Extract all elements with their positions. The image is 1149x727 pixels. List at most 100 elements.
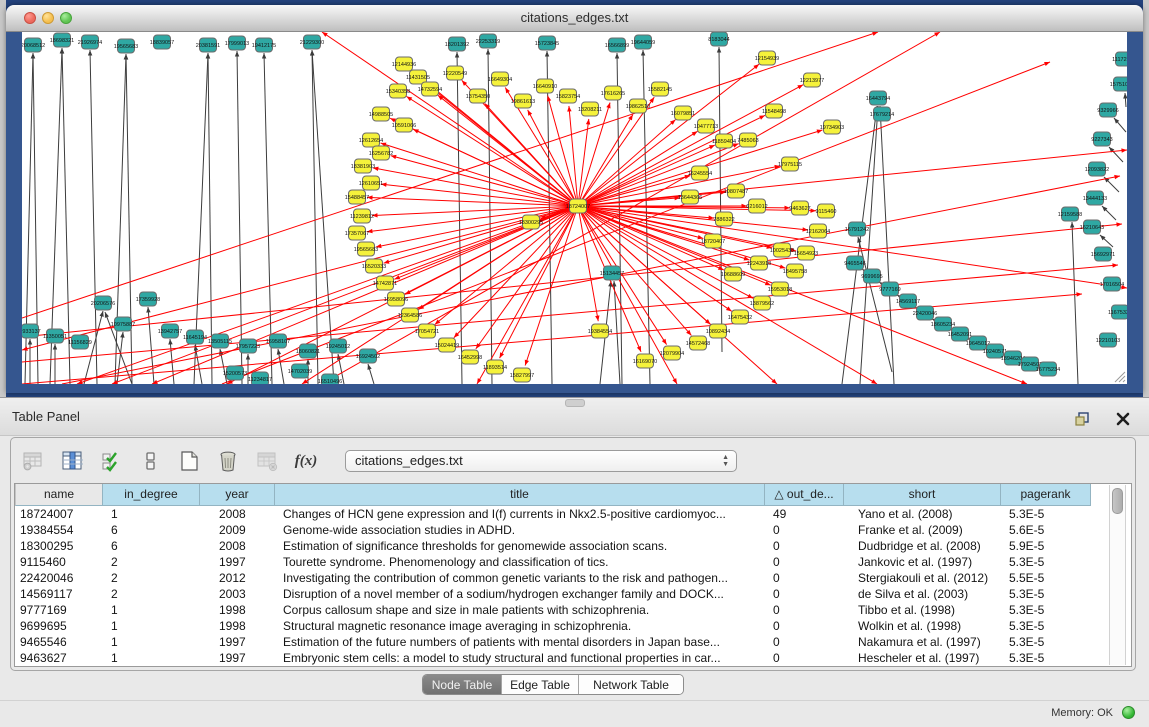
table-row[interactable]: 946554611997Estimation of the future num… bbox=[15, 635, 1131, 651]
table-cell[interactable]: 5.6E-5 bbox=[1001, 523, 1091, 539]
graph-edge-selected[interactable] bbox=[578, 206, 1127, 288]
toggle-rows-icon[interactable] bbox=[138, 449, 162, 473]
table-cell[interactable]: 1998 bbox=[200, 619, 275, 635]
table-cell[interactable]: 1997 bbox=[200, 555, 275, 571]
table-cell[interactable]: 1 bbox=[103, 619, 200, 635]
table-cell[interactable]: 5.3E-5 bbox=[1001, 507, 1091, 523]
graph-edge-selected[interactable] bbox=[367, 197, 578, 206]
graph-edge-citation[interactable] bbox=[126, 54, 132, 384]
table-cell[interactable]: Embryonic stem cells: a model to study s… bbox=[275, 651, 765, 667]
create-column-icon[interactable] bbox=[177, 449, 201, 473]
tab-node-table[interactable]: Node Table bbox=[423, 675, 501, 695]
table-cell[interactable]: 5.3E-5 bbox=[1001, 587, 1091, 603]
table-cell[interactable]: 0 bbox=[765, 635, 844, 651]
table-cell[interactable]: Dudbridge et al. (2008) bbox=[844, 539, 1001, 555]
table-cell[interactable]: 0 bbox=[765, 539, 844, 555]
table-row[interactable]: 1830029562008Estimation of significance … bbox=[15, 539, 1131, 555]
table-cell[interactable]: 1997 bbox=[200, 651, 275, 667]
table-cell[interactable]: Estimation of significance thresholds fo… bbox=[275, 539, 765, 555]
delete-column-icon[interactable] bbox=[216, 449, 240, 473]
row-selection-icon[interactable] bbox=[99, 449, 123, 473]
network-canvas[interactable]: 2006851218698321219269741956568318839057… bbox=[22, 32, 1127, 384]
table-cell[interactable]: 5.3E-5 bbox=[1001, 635, 1091, 651]
graph-edge-citation[interactable] bbox=[115, 54, 126, 384]
table-cell[interactable]: 5.3E-5 bbox=[1001, 603, 1091, 619]
table-cell[interactable]: 0 bbox=[765, 651, 844, 667]
table-cell[interactable]: 9699695 bbox=[15, 619, 103, 635]
table-cell[interactable]: Jankovic et al. (1997) bbox=[844, 555, 1001, 571]
graph-edge-selected[interactable] bbox=[405, 206, 578, 294]
table-cell[interactable]: 1 bbox=[103, 635, 200, 651]
graph-edge-selected[interactable] bbox=[322, 32, 578, 206]
table-cell[interactable]: 19384554 bbox=[15, 523, 103, 539]
column-header-in_degree[interactable]: in_degree bbox=[103, 484, 200, 506]
table-cell[interactable]: 22420046 bbox=[15, 571, 103, 587]
table-cell[interactable]: 0 bbox=[765, 587, 844, 603]
table-cell[interactable]: 9465546 bbox=[15, 635, 103, 651]
graph-edge-citation[interactable] bbox=[860, 106, 878, 384]
table-cell[interactable]: Yano et al. (2008) bbox=[844, 507, 1001, 523]
graph-edge-selected[interactable] bbox=[578, 206, 772, 248]
table-cell[interactable]: Tourette syndrome. Phenomenology and cla… bbox=[275, 555, 765, 571]
table-cell[interactable]: 5.9E-5 bbox=[1001, 539, 1091, 555]
network-window-titlebar[interactable]: citations_edges.txt bbox=[6, 5, 1143, 32]
graph-edge-selected[interactable] bbox=[578, 103, 610, 206]
graph-edge-citation[interactable] bbox=[237, 51, 242, 384]
table-cell[interactable]: 2009 bbox=[200, 523, 275, 539]
graph-edge-citation[interactable] bbox=[1072, 222, 1078, 384]
table-cell[interactable]: 18300295 bbox=[15, 539, 103, 555]
table-cell[interactable]: Structural magnetic resonance image aver… bbox=[275, 619, 765, 635]
table-cell[interactable]: Corpus callosum shape and size in male p… bbox=[275, 603, 765, 619]
table-row[interactable]: 1456911722003Disruption of a novel membe… bbox=[15, 587, 1131, 603]
table-cell[interactable]: 9777169 bbox=[15, 603, 103, 619]
graph-edge-citation[interactable] bbox=[90, 50, 97, 384]
table-cell[interactable]: 18724007 bbox=[15, 507, 103, 523]
table-cell[interactable]: Stergiakouli et al. (2012) bbox=[844, 571, 1001, 587]
graph-edge-selected[interactable] bbox=[22, 224, 1122, 337]
table-cell[interactable]: 1998 bbox=[200, 603, 275, 619]
table-cell[interactable]: Hescheler et al. (1997) bbox=[844, 651, 1001, 667]
tab-network-table[interactable]: Network Table bbox=[578, 675, 683, 695]
table-selector-dropdown[interactable]: citations_edges.txt ▲▼ bbox=[345, 450, 737, 472]
table-row[interactable]: 2242004622012Investigating the contribut… bbox=[15, 571, 1131, 587]
table-cell[interactable]: Wolkin et al. (1998) bbox=[844, 619, 1001, 635]
table-row[interactable]: 977716911998Corpus callosum shape and si… bbox=[15, 603, 1131, 619]
panel-sash-grip[interactable] bbox=[565, 399, 585, 407]
table-cell[interactable]: 6 bbox=[103, 523, 200, 539]
graph-edge-selected[interactable] bbox=[500, 206, 578, 358]
table-cell[interactable]: Genome-wide association studies in ADHD. bbox=[275, 523, 765, 539]
table-mode-icon[interactable] bbox=[21, 449, 45, 473]
graph-edge-citation[interactable] bbox=[880, 106, 894, 384]
graph-edge-citation[interactable] bbox=[208, 53, 212, 384]
table-cell[interactable]: 5.3E-5 bbox=[1001, 555, 1091, 571]
graph-edge-selected[interactable] bbox=[22, 265, 1118, 362]
table-cell[interactable]: 1 bbox=[103, 507, 200, 523]
network-svg[interactable]: 2006851218698321219269741956568318839057… bbox=[22, 32, 1127, 384]
table-cell[interactable]: 2 bbox=[103, 587, 200, 603]
table-cell[interactable]: 2 bbox=[103, 555, 200, 571]
graph-edge-citation[interactable] bbox=[719, 47, 722, 352]
table-cell[interactable]: 2008 bbox=[200, 507, 275, 523]
column-header-title[interactable]: title bbox=[275, 484, 765, 506]
table-row[interactable]: 911546021997Tourette syndrome. Phenomeno… bbox=[15, 555, 1131, 571]
table-cell[interactable]: de Silva et al. (2003) bbox=[844, 587, 1001, 603]
scrollbar-thumb[interactable] bbox=[1112, 488, 1123, 514]
table-cell[interactable]: Tibbo et al. (1998) bbox=[844, 603, 1001, 619]
table-row[interactable]: 1872400712008Changes of HCN gene express… bbox=[15, 507, 1131, 523]
table-cell[interactable]: 49 bbox=[765, 507, 844, 523]
table-cell[interactable]: 5.5E-5 bbox=[1001, 571, 1091, 587]
graph-edge-selected[interactable] bbox=[578, 85, 803, 206]
column-header-year[interactable]: year bbox=[200, 484, 275, 506]
table-row[interactable]: 969969511998Structural magnetic resonanc… bbox=[15, 619, 1131, 635]
graph-edge-selected[interactable] bbox=[578, 150, 1127, 206]
table-cell[interactable]: 0 bbox=[765, 523, 844, 539]
table-cell[interactable]: 0 bbox=[765, 619, 844, 635]
window-resize-grip[interactable] bbox=[1110, 367, 1126, 383]
table-row[interactable]: 946362711997Embryonic stem cells: a mode… bbox=[15, 651, 1131, 667]
column-header-name[interactable]: name bbox=[15, 484, 103, 506]
table-cell[interactable]: Nakamura et al. (1997) bbox=[844, 635, 1001, 651]
table-cell[interactable]: 2 bbox=[103, 571, 200, 587]
table-cell[interactable]: 1 bbox=[103, 651, 200, 667]
table-cell[interactable]: 9115460 bbox=[15, 555, 103, 571]
table-cell[interactable]: 1997 bbox=[200, 635, 275, 651]
